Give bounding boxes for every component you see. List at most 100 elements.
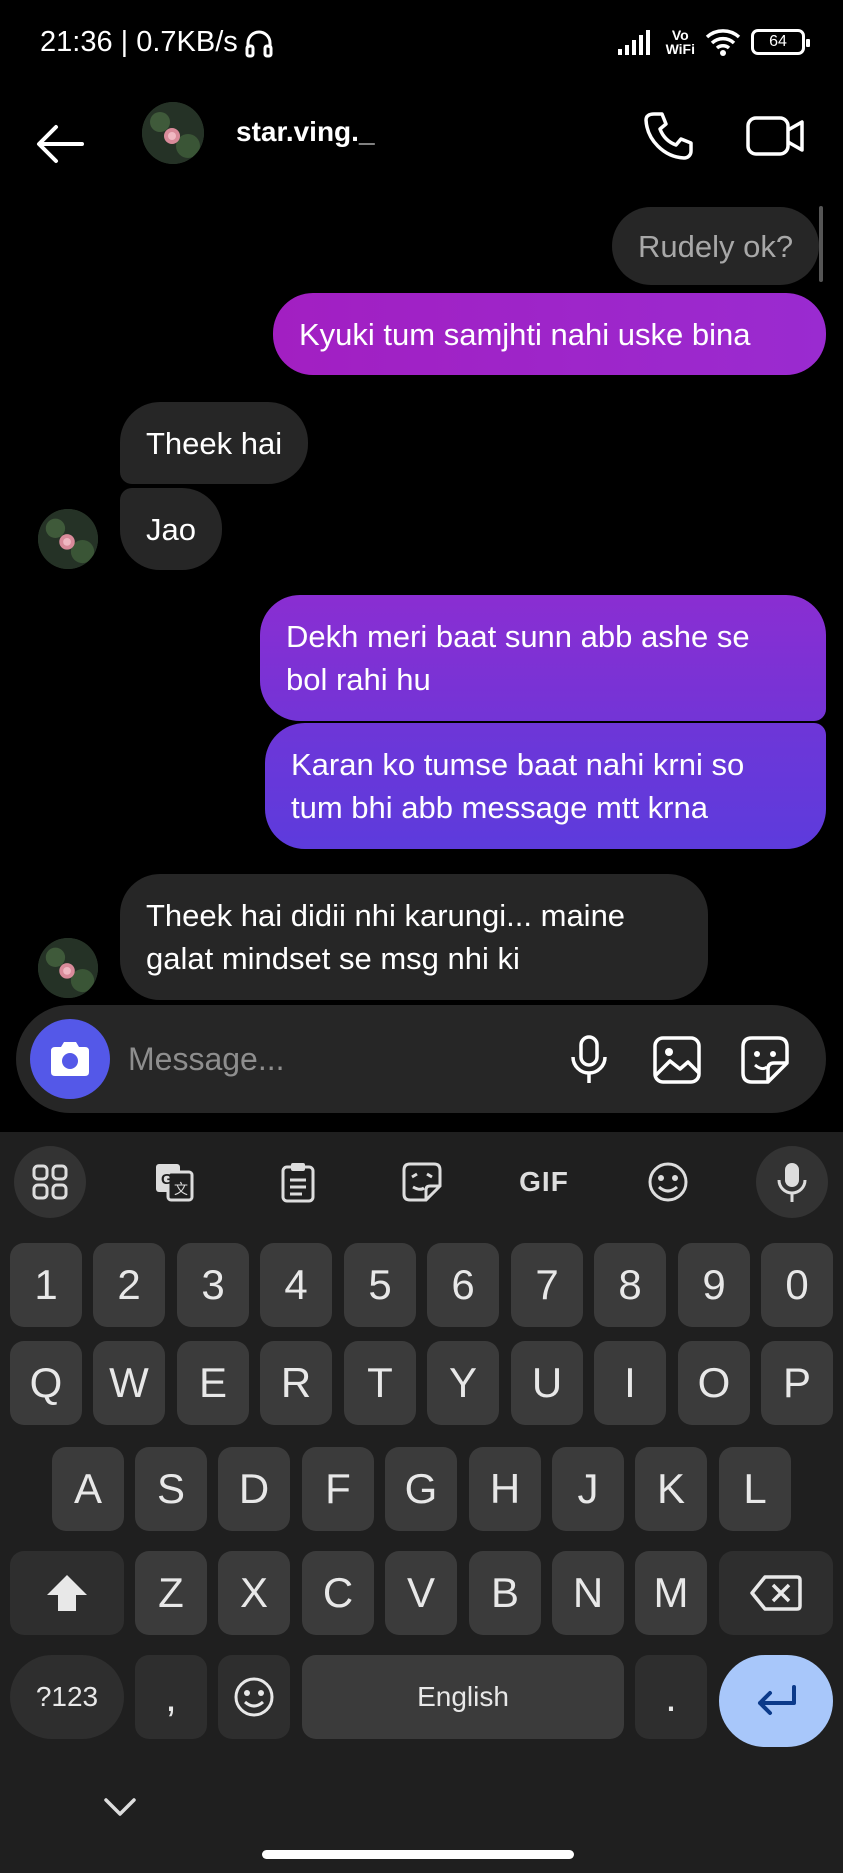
period-key[interactable]: . <box>635 1655 707 1739</box>
emoji-button[interactable] <box>632 1146 704 1218</box>
key-h[interactable]: H <box>469 1447 541 1531</box>
space-key[interactable]: English <box>302 1655 624 1739</box>
key-b[interactable]: B <box>469 1551 541 1635</box>
key-1[interactable]: 1 <box>10 1243 82 1327</box>
smiley-icon <box>234 1677 274 1717</box>
keyboard: G 文 GIF 1 2 3 4 5 6 7 8 9 0 Q W E R T Y … <box>0 1132 843 1873</box>
sticker-icon <box>741 1036 789 1084</box>
key-c[interactable]: C <box>302 1551 374 1635</box>
smiley-icon <box>648 1162 688 1202</box>
sticker-button[interactable] <box>738 1033 792 1087</box>
message-bubble-sent[interactable]: Dekh meri baat sunn abb ashe se bol rahi… <box>260 595 826 721</box>
avatar[interactable] <box>142 102 204 164</box>
signal-icon <box>617 30 650 55</box>
message-bubble-received[interactable]: Theek hai <box>120 402 309 484</box>
apps-button[interactable] <box>14 1146 86 1218</box>
key-t[interactable]: T <box>344 1341 416 1425</box>
message-bubble-received[interactable]: Jao <box>120 488 222 570</box>
enter-icon <box>758 1685 796 1715</box>
emoji-key[interactable] <box>218 1655 290 1739</box>
message-bubble-sent[interactable]: Karan ko tumse baat nahi krni so tum bhi… <box>265 723 826 849</box>
avatar[interactable] <box>38 938 98 998</box>
message-composer <box>16 1005 826 1113</box>
message-list[interactable]: Rudely ok? Kyuki tum samjhti nahi uske b… <box>0 190 843 1000</box>
key-8[interactable]: 8 <box>594 1243 666 1327</box>
key-a[interactable]: A <box>52 1447 124 1531</box>
phone-icon <box>644 112 693 160</box>
shift-icon <box>47 1575 87 1611</box>
sticker-icon <box>402 1162 442 1202</box>
camera-icon <box>51 1042 89 1076</box>
message-bubble-sent[interactable]: Kyuki tum samjhti nahi uske bina <box>273 293 826 375</box>
key-v[interactable]: V <box>385 1551 457 1635</box>
key-9[interactable]: 9 <box>678 1243 750 1327</box>
key-m[interactable]: M <box>635 1551 707 1635</box>
message-bubble-received[interactable]: Rudely ok? <box>612 207 820 285</box>
key-o[interactable]: O <box>678 1341 750 1425</box>
key-0[interactable]: 0 <box>761 1243 833 1327</box>
key-k[interactable]: K <box>635 1447 707 1531</box>
key-y[interactable]: Y <box>427 1341 499 1425</box>
key-j[interactable]: J <box>552 1447 624 1531</box>
voice-input-button[interactable] <box>756 1146 828 1218</box>
translate-icon: G 文 <box>156 1164 194 1202</box>
key-5[interactable]: 5 <box>344 1243 416 1327</box>
key-r[interactable]: R <box>260 1341 332 1425</box>
headphones-icon <box>245 30 273 57</box>
video-camera-icon <box>746 116 804 156</box>
avatar[interactable] <box>38 509 98 569</box>
sticker-button[interactable] <box>386 1146 458 1218</box>
contact-username[interactable]: star.ving._ <box>236 116 375 148</box>
scrollbar[interactable] <box>819 206 823 282</box>
gallery-button[interactable] <box>650 1033 704 1087</box>
key-x[interactable]: X <box>218 1551 290 1635</box>
keyboard-toolbar: G 文 GIF <box>0 1132 843 1226</box>
key-l[interactable]: L <box>719 1447 791 1531</box>
key-2[interactable]: 2 <box>93 1243 165 1327</box>
comma-key[interactable]: , <box>135 1655 207 1739</box>
svg-text:文: 文 <box>174 1181 188 1197</box>
chevron-down-icon <box>104 1798 136 1816</box>
key-p[interactable]: P <box>761 1341 833 1425</box>
enter-key[interactable] <box>719 1655 833 1747</box>
hide-keyboard-button[interactable] <box>100 1792 140 1822</box>
key-g[interactable]: G <box>385 1447 457 1531</box>
key-z[interactable]: Z <box>135 1551 207 1635</box>
message-input[interactable] <box>128 1029 548 1089</box>
key-e[interactable]: E <box>177 1341 249 1425</box>
translate-button[interactable]: G 文 <box>138 1146 210 1218</box>
battery-indicator: 64 <box>751 29 810 55</box>
key-q[interactable]: Q <box>10 1341 82 1425</box>
shift-key[interactable] <box>10 1551 124 1635</box>
back-button[interactable] <box>30 112 90 172</box>
chat-header: star.ving._ <box>0 90 843 190</box>
key-f[interactable]: F <box>302 1447 374 1531</box>
microphone-icon <box>777 1163 807 1202</box>
wifi-icon <box>705 29 741 56</box>
backspace-key[interactable] <box>719 1551 833 1635</box>
key-6[interactable]: 6 <box>427 1243 499 1327</box>
key-s[interactable]: S <box>135 1447 207 1531</box>
home-indicator[interactable] <box>262 1850 574 1859</box>
camera-button[interactable] <box>30 1019 110 1099</box>
gif-button[interactable]: GIF <box>508 1146 580 1218</box>
grid-icon <box>32 1164 68 1200</box>
key-n[interactable]: N <box>552 1551 624 1635</box>
video-call-button[interactable] <box>744 108 808 164</box>
key-4[interactable]: 4 <box>260 1243 332 1327</box>
voice-call-button[interactable] <box>640 108 696 164</box>
backspace-icon <box>750 1575 802 1611</box>
key-3[interactable]: 3 <box>177 1243 249 1327</box>
key-w[interactable]: W <box>93 1341 165 1425</box>
key-u[interactable]: U <box>511 1341 583 1425</box>
image-icon <box>653 1036 701 1084</box>
clipboard-icon <box>281 1163 315 1203</box>
key-d[interactable]: D <box>218 1447 290 1531</box>
symbols-key[interactable]: ?123 <box>10 1655 124 1739</box>
microphone-button[interactable] <box>562 1033 616 1087</box>
key-7[interactable]: 7 <box>511 1243 583 1327</box>
clipboard-button[interactable] <box>262 1146 334 1218</box>
status-time: 21:36 | 0.7KB/s <box>40 26 238 58</box>
message-bubble-received[interactable]: Theek hai didii nhi karungi... maine gal… <box>120 874 708 1000</box>
key-i[interactable]: I <box>594 1341 666 1425</box>
